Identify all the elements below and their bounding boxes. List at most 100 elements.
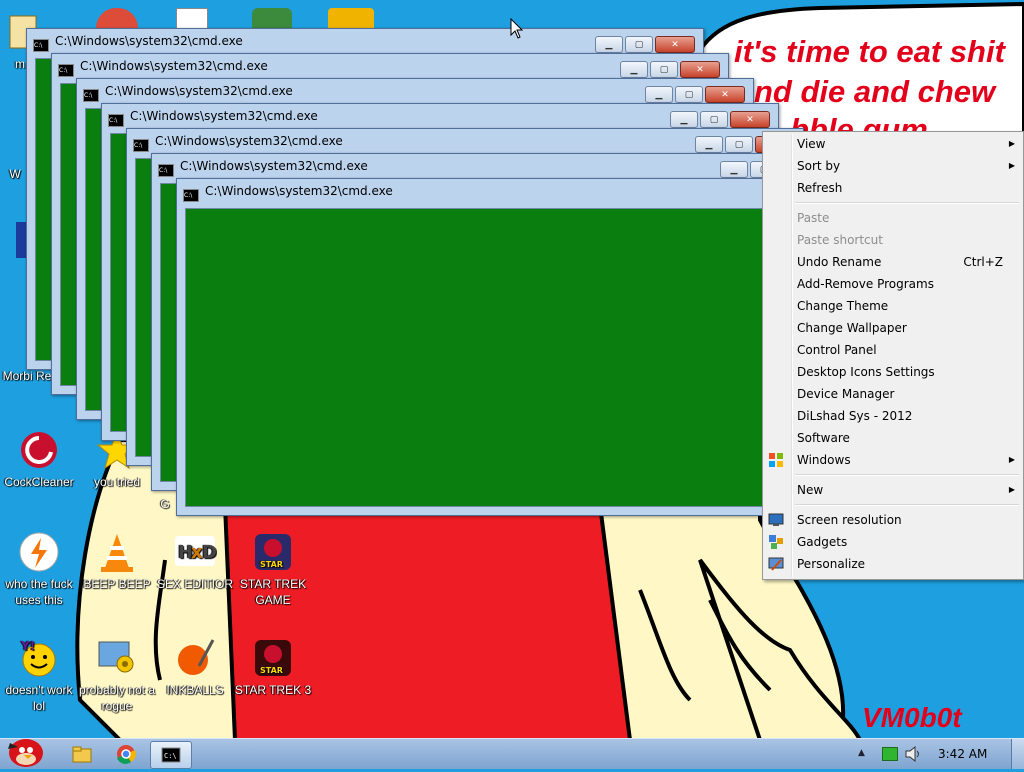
svg-text:C:\: C:\ (164, 752, 177, 760)
display-icon (768, 512, 784, 528)
desktop-icon-probably-not-a-rogue[interactable]: probably not a rogue (78, 636, 156, 714)
menu-item-paste-shortcut[interactable]: Paste shortcut (765, 229, 1021, 251)
menu-item-refresh[interactable]: Refresh (765, 177, 1021, 199)
maximize-button[interactable]: ▢ (725, 136, 753, 153)
show-hidden-icons-chevron-icon[interactable]: ▲ (858, 748, 865, 758)
svg-text:STAR: STAR (260, 666, 283, 675)
desktop-icon-label: STAR TREK GAME (239, 577, 307, 607)
taskbar-explorer-button[interactable] (62, 741, 102, 767)
maximize-button[interactable]: ▢ (675, 86, 703, 103)
minimize-button[interactable]: ▁ (720, 161, 748, 178)
desktop-icon-label: CockCleaner (4, 475, 74, 489)
minimize-button[interactable]: ▁ (620, 61, 648, 78)
menu-item-desktop-icons-settings[interactable]: Desktop Icons Settings (765, 361, 1021, 383)
menu-item-device-manager[interactable]: Device Manager (765, 383, 1021, 405)
maximize-button[interactable]: ▢ (650, 61, 678, 78)
window-title: C:\Windows\system32\cmd.exe (55, 34, 243, 48)
svg-text:Y!: Y! (20, 639, 35, 653)
inkball-icon (173, 636, 217, 680)
game-icon[interactable] (328, 8, 374, 28)
network-status-icon[interactable] (882, 747, 898, 761)
minimize-button[interactable]: ▁ (645, 86, 673, 103)
menu-separator (795, 202, 1019, 204)
menu-item-software[interactable]: Software (765, 427, 1021, 449)
minimize-button[interactable]: ▁ (595, 36, 623, 53)
taskbar: C:\ ▲ 3:42 AM (0, 738, 1024, 769)
window-title: C:\Windows\system32\cmd.exe (205, 184, 393, 198)
chrome-icon (117, 745, 136, 764)
cmd-icon: C:\ (183, 189, 199, 202)
taskbar-cmd-button[interactable]: C:\ (150, 741, 192, 769)
menu-item-paste[interactable]: Paste (765, 207, 1021, 229)
desktop-icon-label: you tried (93, 475, 141, 489)
menu-item-control-panel[interactable]: Control Panel (765, 339, 1021, 361)
submenu-arrow-icon: ▶ (1008, 485, 1015, 494)
menu-item-add-remove-programs[interactable]: Add-Remove Programs (765, 273, 1021, 295)
minimize-button[interactable]: ▁ (670, 111, 698, 128)
desktop-icon-avast[interactable]: who the fuck uses this (0, 530, 78, 608)
cmd-icon: C:\ (108, 114, 124, 127)
cmd-window-7[interactable]: C:\ C:\Windows\system32\cmd.exe (176, 178, 854, 516)
show-desktop-button[interactable] (1011, 739, 1024, 769)
desktop-icon-label: SEX EDITIOR (156, 577, 233, 591)
start-button[interactable] (2, 735, 48, 769)
yahoo-messenger-icon: Y! (17, 636, 61, 680)
window-title: C:\Windows\system32\cmd.exe (130, 109, 318, 123)
wallpaper-signature: VM0b0t (862, 702, 962, 733)
desktop-icon-star-trek-3[interactable]: STAR STAR TREK 3 (234, 636, 312, 698)
menu-item-change-wallpaper[interactable]: Change Wallpaper (765, 317, 1021, 339)
close-button[interactable]: ✕ (730, 111, 770, 128)
hxd-icon: HxD (173, 530, 217, 574)
wallpaper-text-line-1: it's time to eat shit (734, 34, 1005, 69)
minimize-button[interactable]: ▁ (695, 136, 723, 153)
shortcut-label: Ctrl+Z (963, 255, 1003, 269)
computer-gears-icon (95, 636, 139, 680)
maximize-button[interactable]: ▢ (625, 36, 653, 53)
explorer-folder-icon (72, 746, 92, 763)
shield-icon[interactable] (252, 8, 292, 28)
desktop-icon-label: STAR TREK 3 (234, 683, 312, 697)
desktop-icon-label: INKBALLS (166, 683, 224, 697)
desktop-icon-cockcleaner[interactable]: CockCleaner (0, 428, 78, 490)
close-button[interactable]: ✕ (705, 86, 745, 103)
menu-item-view[interactable]: View ▶ (765, 133, 1021, 155)
volume-icon[interactable] (904, 746, 922, 762)
desktop-icon-label: W (9, 167, 21, 181)
svg-text:D: D (202, 542, 217, 563)
desktop-icon-inkballs[interactable]: INKBALLS (156, 636, 234, 698)
close-button[interactable]: ✕ (680, 61, 720, 78)
menu-item-undo-rename[interactable]: Undo Rename Ctrl+Z (765, 251, 1021, 273)
desktop-icon-label: m (15, 57, 25, 71)
menu-item-new[interactable]: New ▶ (765, 479, 1021, 501)
desktop-icon-label: G (160, 497, 170, 511)
desktop-icon-star-trek-game[interactable]: STAR STAR TREK GAME (234, 530, 312, 608)
desktop-icon-sex-editior[interactable]: HxD SEX EDITIOR (156, 530, 234, 592)
personalize-icon (768, 556, 784, 572)
menu-item-windows[interactable]: Windows ▶ (765, 449, 1021, 471)
menu-item-personalize[interactable]: Personalize (765, 553, 1021, 575)
svg-text:STAR: STAR (260, 560, 283, 569)
desktop-icon-label: who the fuck uses this (5, 577, 73, 607)
solitaire-icon[interactable] (176, 8, 208, 30)
desktop-icon-label: BEEP BEEP (83, 577, 151, 591)
taskbar-chrome-button[interactable] (106, 741, 146, 767)
maximize-button[interactable]: ▢ (700, 111, 728, 128)
desktop-context-menu: View ▶ Sort by ▶ Refresh Paste Paste short… (762, 131, 1024, 580)
desktop-icon-yahoo[interactable]: Y! doesn't work lol (0, 636, 78, 714)
menu-item-gadgets[interactable]: Gadgets (765, 531, 1021, 553)
menu-item-dilshad-sys[interactable]: DiLshad Sys - 2012 (765, 405, 1021, 427)
desktop-icon-beep-beep[interactable]: BEEP BEEP (78, 530, 156, 592)
menu-separator (795, 474, 1019, 476)
close-button[interactable]: ✕ (655, 36, 695, 53)
menu-item-sort-by[interactable]: Sort by ▶ (765, 155, 1021, 177)
star-wars-icon: STAR (251, 530, 295, 574)
cmd-icon: C:\ (83, 89, 99, 102)
menu-separator (795, 504, 1019, 506)
console-area[interactable] (185, 208, 845, 507)
avast-icon (17, 530, 61, 574)
taskbar-clock[interactable]: 3:42 AM (938, 747, 987, 761)
menu-item-change-theme[interactable]: Change Theme (765, 295, 1021, 317)
submenu-arrow-icon: ▶ (1008, 161, 1015, 170)
menu-item-screen-resolution[interactable]: Screen resolution (765, 509, 1021, 531)
cmd-icon: C:\ (58, 64, 74, 77)
